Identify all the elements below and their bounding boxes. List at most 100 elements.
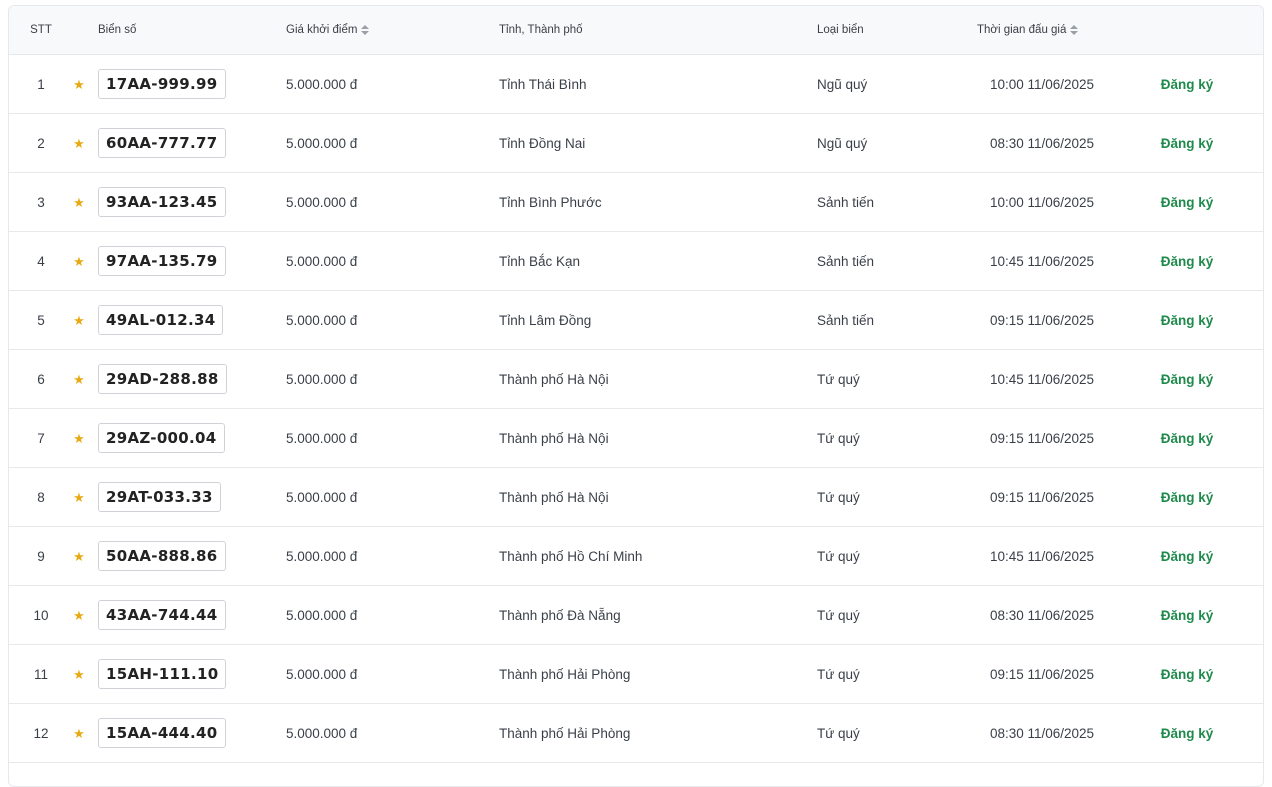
row-index: 1 (37, 76, 45, 92)
row-index: 5 (37, 312, 45, 328)
star-glyph: ★ (73, 548, 85, 564)
license-plate[interactable]: 97AA-135.79 (98, 246, 226, 276)
plate-type: Sảnh tiến (817, 312, 875, 328)
register-link[interactable]: Đăng ký (1161, 726, 1214, 741)
plate-type: Tứ quý (817, 725, 860, 741)
table-row[interactable]: 9 ★ 50AA-888.86 5.000.000 đ Thành phố Hồ Chí… (9, 527, 1263, 586)
license-plate[interactable]: 17AA-999.99 (98, 69, 226, 99)
row-index: 6 (37, 371, 45, 387)
star-icon[interactable]: ★ (71, 350, 87, 408)
plate-cell: 50AA-888.86 (98, 527, 226, 585)
province: Tỉnh Bình Phước (499, 194, 602, 210)
table-row[interactable]: 5 ★ 49AL-012.34 5.000.000 đ Tỉnh Lâm Đồng Sản… (9, 291, 1263, 350)
register-link[interactable]: Đăng ký (1161, 77, 1214, 92)
table-row[interactable]: 8 ★ 29AT-033.33 5.000.000 đ Thành phố Hà Nội… (9, 468, 1263, 527)
table-row[interactable]: 4 ★ 97AA-135.79 5.000.000 đ Tỉnh Bắc Kạn Sảnh… (9, 232, 1263, 291)
starting-price: 5.000.000 đ (286, 666, 358, 682)
star-icon[interactable]: ★ (71, 527, 87, 585)
register-link[interactable]: Đăng ký (1161, 431, 1214, 446)
license-plate[interactable]: 60AA-777.77 (98, 128, 226, 158)
star-icon[interactable]: ★ (71, 645, 87, 703)
license-plate[interactable]: 29AT-033.33 (98, 482, 221, 512)
starting-price: 5.000.000 đ (286, 548, 358, 564)
license-plate[interactable]: 15AA-444.40 (98, 718, 226, 748)
auction-time: 10:00 11/06/2025 (989, 76, 1095, 92)
plate-cell: 29AD-288.88 (98, 350, 227, 408)
auction-time: 09:15 11/06/2025 (989, 430, 1095, 446)
license-plate[interactable]: 93AA-123.45 (98, 187, 226, 217)
row-index: 7 (37, 430, 45, 446)
table-header: STT Biển số Giá khởi điểm Tỉnh, Thành ph… (9, 6, 1263, 55)
license-plate[interactable]: 49AL-012.34 (98, 305, 224, 335)
star-icon[interactable]: ★ (71, 704, 87, 762)
auction-time: 10:45 11/06/2025 (989, 371, 1095, 387)
table-row[interactable]: 1 ★ 17AA-999.99 5.000.000 đ Tỉnh Thái Bình Ng… (9, 55, 1263, 114)
auction-time: 10:45 11/06/2025 (989, 548, 1095, 564)
register-cell: Đăng ký (1139, 114, 1235, 172)
province: Thành phố Hải Phòng (499, 725, 631, 741)
license-plate[interactable]: 50AA-888.86 (98, 541, 226, 571)
auction-time: 08:30 11/06/2025 (989, 607, 1095, 623)
header-plate: Biển số (98, 24, 137, 36)
row-index: 10 (33, 607, 49, 623)
sort-icon[interactable] (1070, 25, 1079, 35)
star-icon[interactable]: ★ (71, 114, 87, 172)
license-plate[interactable]: 29AD-288.88 (98, 364, 227, 394)
register-link[interactable]: Đăng ký (1161, 667, 1214, 682)
table-row[interactable]: 10 ★ 43AA-744.44 5.000.000 đ Thành phố Đà Nẵ… (9, 586, 1263, 645)
plate-type: Sảnh tiến (817, 194, 875, 210)
table-row[interactable]: 3 ★ 93AA-123.45 5.000.000 đ Tỉnh Bình Phước S… (9, 173, 1263, 232)
table-row[interactable]: 7 ★ 29AZ-000.04 5.000.000 đ Thành phố Hà Nội… (9, 409, 1263, 468)
star-icon[interactable]: ★ (71, 291, 87, 349)
register-link[interactable]: Đăng ký (1161, 549, 1214, 564)
register-link[interactable]: Đăng ký (1161, 608, 1214, 623)
auction-time: 08:30 11/06/2025 (989, 725, 1095, 741)
plate-cell: 49AL-012.34 (98, 291, 224, 349)
register-link[interactable]: Đăng ký (1161, 372, 1214, 387)
row-index: 12 (33, 725, 49, 741)
starting-price: 5.000.000 đ (286, 725, 358, 741)
register-cell: Đăng ký (1139, 468, 1235, 526)
starting-price: 5.000.000 đ (286, 194, 358, 210)
star-icon[interactable]: ★ (71, 586, 87, 644)
starting-price: 5.000.000 đ (286, 489, 358, 505)
star-icon[interactable]: ★ (71, 468, 87, 526)
register-link[interactable]: Đăng ký (1161, 136, 1214, 151)
plate-type: Tứ quý (817, 430, 860, 446)
row-index: 3 (37, 194, 45, 210)
license-plate[interactable]: 15AH-111.10 (98, 659, 227, 689)
plate-cell: 60AA-777.77 (98, 114, 226, 172)
star-icon[interactable]: ★ (71, 409, 87, 467)
register-link[interactable]: Đăng ký (1161, 195, 1214, 210)
star-icon[interactable]: ★ (71, 55, 87, 113)
auction-time: 10:45 11/06/2025 (989, 253, 1095, 269)
license-plate[interactable]: 43AA-744.44 (98, 600, 226, 630)
star-glyph: ★ (73, 76, 85, 92)
register-link[interactable]: Đăng ký (1161, 490, 1214, 505)
auction-time: 09:15 11/06/2025 (989, 666, 1095, 682)
table-row[interactable]: 2 ★ 60AA-777.77 5.000.000 đ Tỉnh Đồng Nai Ngũ… (9, 114, 1263, 173)
plate-type: Tứ quý (817, 548, 860, 564)
star-glyph: ★ (73, 194, 85, 210)
row-index: 4 (37, 253, 45, 269)
plate-cell: 29AZ-000.04 (98, 409, 225, 467)
sort-icon[interactable] (361, 25, 370, 35)
register-cell: Đăng ký (1139, 291, 1235, 349)
star-glyph: ★ (73, 135, 85, 151)
table-row[interactable]: 6 ★ 29AD-288.88 5.000.000 đ Thành phố Hà Nội… (9, 350, 1263, 409)
license-plate[interactable]: 29AZ-000.04 (98, 423, 225, 453)
table-body: 1 ★ 17AA-999.99 5.000.000 đ Tỉnh Thái Bình Ng… (9, 55, 1263, 763)
table-row[interactable]: 11 ★ 15AH-111.10 5.000.000 đ Thành phố Hải P… (9, 645, 1263, 704)
header-time-label: Thời gian đấu giá (977, 24, 1067, 36)
row-index: 2 (37, 135, 45, 151)
table-row[interactable]: 12 ★ 15AA-444.40 5.000.000 đ Thành phố Hải P… (9, 704, 1263, 763)
header-time[interactable]: Thời gian đấu giá (977, 6, 1107, 54)
star-glyph: ★ (73, 430, 85, 446)
register-link[interactable]: Đăng ký (1161, 313, 1214, 328)
header-price[interactable]: Giá khởi điểm (286, 6, 370, 54)
star-icon[interactable]: ★ (71, 173, 87, 231)
plate-cell: 43AA-744.44 (98, 586, 226, 644)
register-link[interactable]: Đăng ký (1161, 254, 1214, 269)
star-glyph: ★ (73, 371, 85, 387)
star-icon[interactable]: ★ (71, 232, 87, 290)
